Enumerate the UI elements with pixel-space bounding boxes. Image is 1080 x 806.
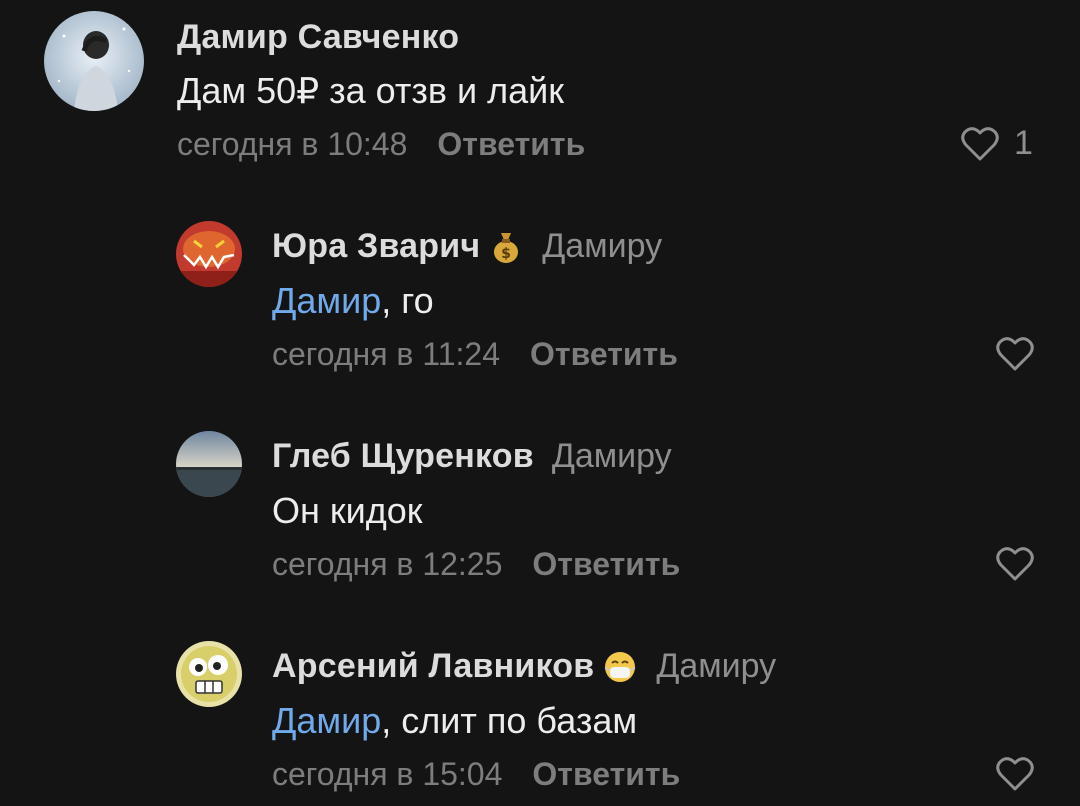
reply-button[interactable]: Ответить [530, 336, 678, 372]
avatar[interactable] [176, 431, 242, 497]
mention-link[interactable]: Дамир [272, 700, 381, 741]
comment-body: Он кидок [272, 490, 423, 531]
author-name[interactable]: Арсений Лавников [272, 647, 594, 686]
timestamp: сегодня в 12:25 [272, 546, 503, 582]
reply-to-label[interactable]: Дамиру [552, 437, 672, 476]
comment-text: Дамир, го [272, 280, 434, 322]
comment-meta: сегодня в 12:25 Ответить [272, 546, 680, 583]
heart-outline-icon [960, 126, 1000, 162]
comment-meta: сегодня в 11:24 Ответить [272, 336, 678, 373]
reply-button[interactable]: Ответить [532, 756, 680, 792]
author-name[interactable]: Дамир Савченко [177, 18, 459, 57]
reply-to-label[interactable]: Дамиру [542, 227, 662, 266]
comment-text: Он кидок [272, 490, 423, 532]
comment-body: Дам 50₽ за отзв и лайк [177, 70, 564, 111]
comment-header: Юра Зварич $ Дамиру [272, 227, 662, 266]
comment-body: , го [381, 280, 434, 321]
comment-meta: сегодня в 10:48 Ответить [177, 126, 585, 163]
like-button[interactable] [995, 546, 1035, 582]
comment-meta: сегодня в 15:04 Ответить [272, 756, 680, 793]
comment-header: Арсений Лавников Дамиру [272, 647, 776, 686]
author-name[interactable]: Глеб Щуренков [272, 437, 534, 476]
comment-text: Дамир, слит по базам [272, 700, 637, 742]
svg-text:$: $ [501, 246, 511, 262]
timestamp: сегодня в 15:04 [272, 756, 503, 792]
avatar[interactable] [176, 221, 242, 287]
like-count: 1 [1014, 124, 1033, 162]
heart-outline-icon [995, 756, 1035, 792]
avatar[interactable] [176, 641, 242, 707]
avatar[interactable] [44, 11, 144, 111]
like-button[interactable]: 1 [960, 124, 1033, 163]
medical-mask-face-icon [602, 649, 638, 685]
mention-link[interactable]: Дамир [272, 280, 381, 321]
reply-button[interactable]: Ответить [437, 126, 585, 162]
comment-text: Дам 50₽ за отзв и лайк [177, 70, 564, 112]
author-name[interactable]: Юра Зварич [272, 227, 480, 266]
timestamp: сегодня в 11:24 [272, 336, 501, 372]
comment-header: Глеб Щуренков Дамиру [272, 437, 672, 476]
comment-header: Дамир Савченко [177, 18, 459, 57]
like-button[interactable] [995, 336, 1035, 372]
reply-button[interactable]: Ответить [532, 546, 680, 582]
reply-to-label[interactable]: Дамиру [656, 647, 776, 686]
comment-body: , слит по базам [381, 700, 638, 741]
timestamp: сегодня в 10:48 [177, 126, 408, 162]
heart-outline-icon [995, 336, 1035, 372]
heart-outline-icon [995, 546, 1035, 582]
like-button[interactable] [995, 756, 1035, 792]
money-bag-icon: $ [488, 229, 524, 265]
